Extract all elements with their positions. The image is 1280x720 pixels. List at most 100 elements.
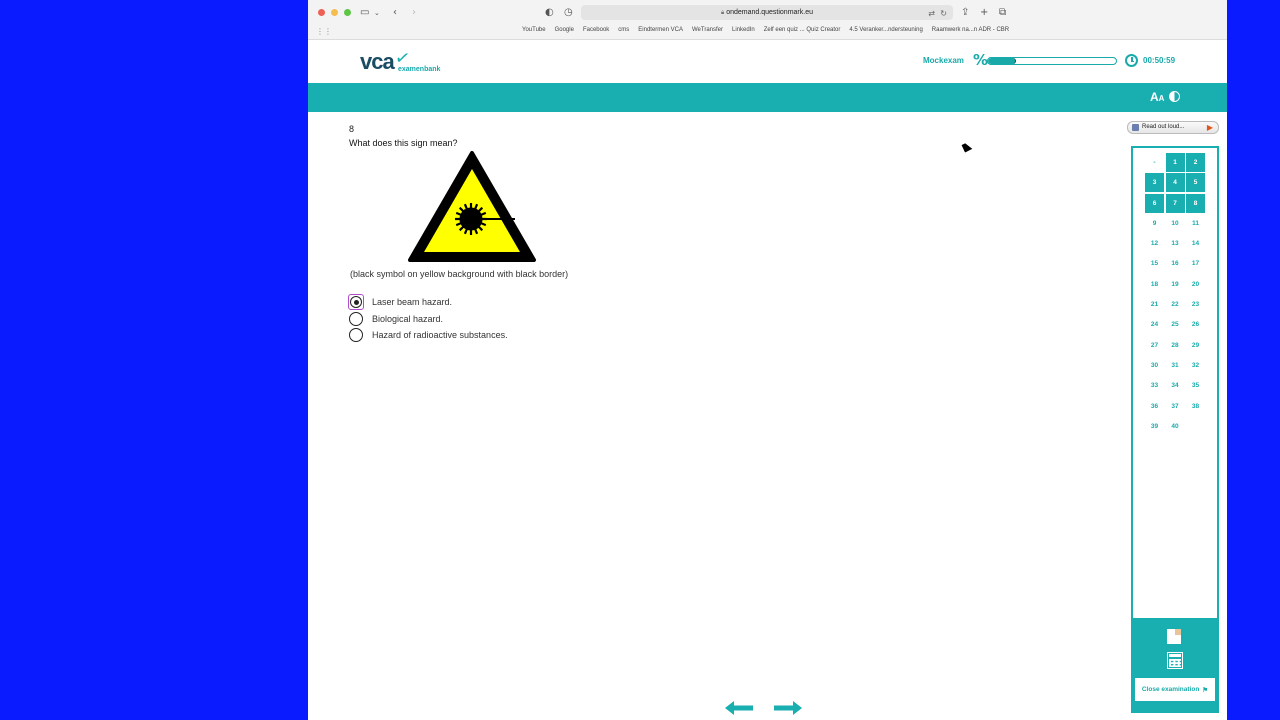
question-cell[interactable]: 25 [1166, 315, 1185, 334]
translate-icon[interactable]: ⇄ [928, 6, 935, 21]
mouse-cursor [961, 141, 973, 153]
bookmark-item[interactable]: Raamwerk na...n ADR - CBR [932, 27, 1009, 33]
question-cell[interactable]: 22 [1166, 295, 1185, 314]
percent-icon: % [973, 51, 989, 69]
question-cell[interactable]: 35 [1186, 376, 1205, 395]
maximize-window-button[interactable] [344, 9, 351, 16]
question-cell[interactable]: 40 [1166, 417, 1185, 436]
back-icon[interactable]: ‹ [393, 6, 397, 20]
question-cell[interactable]: 20 [1186, 275, 1205, 294]
question-cell[interactable]: 2 [1186, 153, 1205, 172]
history-icon[interactable]: ◷ [564, 6, 573, 20]
question-cell[interactable]: 30 [1145, 356, 1164, 375]
tabs-overview-icon[interactable]: ⧉ [999, 6, 1006, 20]
question-cell[interactable]: 27 [1145, 336, 1164, 355]
speaker-icon [1132, 124, 1139, 131]
question-cell[interactable]: 18 [1145, 275, 1164, 294]
question-cell[interactable]: 37 [1166, 397, 1185, 416]
question-cell[interactable]: 3 [1145, 173, 1164, 193]
calculator-icon[interactable] [1167, 652, 1183, 669]
question-cell[interactable]: 26 [1186, 315, 1205, 334]
question-cell[interactable]: 8 [1186, 193, 1205, 213]
url-text: ondemand.questionmark.eu [726, 9, 813, 16]
logo-sub-text: examenbank [398, 66, 441, 73]
radio-button[interactable] [349, 328, 363, 343]
forward-icon[interactable]: › [412, 6, 416, 20]
question-cell[interactable]: 29 [1186, 336, 1205, 355]
close-examination-button[interactable]: Close examination ⚑ [1135, 678, 1215, 701]
answer-label[interactable]: Laser beam hazard. [372, 297, 452, 307]
question-cell[interactable]: 10 [1166, 214, 1185, 233]
question-cell[interactable]: 19 [1166, 275, 1185, 294]
address-bar[interactable]: 🔒︎ ondemand.questionmark.eu ⇄ ↻ [581, 5, 953, 20]
question-cell[interactable]: 34 [1166, 376, 1185, 395]
question-cell[interactable]: 4 [1165, 173, 1185, 193]
answer-option[interactable]: Hazard of radioactive substances. [349, 327, 508, 344]
bookmark-item[interactable]: Zelf een quiz ... Quiz Creator [764, 27, 841, 33]
play-icon: ▶ [1206, 123, 1213, 132]
question-cell[interactable]: 21 [1145, 295, 1164, 314]
bookmark-item[interactable]: YouTube [522, 27, 546, 33]
previous-arrow-icon[interactable] [723, 700, 755, 716]
question-navigator: -1 2 3 4 5 6 7 8 9 10 11 12 13 14 15 16 17 18 19 20 21 22 23 24… [1131, 146, 1219, 620]
question-cell[interactable]: 1 [1165, 153, 1185, 172]
bookmark-item[interactable]: WeTransfer [692, 27, 723, 33]
vca-logo: vca ✓ examenbank [360, 47, 450, 76]
reload-icon[interactable]: ↻ [940, 6, 947, 21]
question-cell[interactable]: 31 [1166, 356, 1185, 375]
browser-chrome: ▭ ⌄ ‹ › ◐ ◷ 🔒︎ ondemand.questionmark.eu ⇄… [308, 0, 1227, 40]
question-cell[interactable]: 17 [1186, 254, 1205, 273]
question-cell[interactable]: 38 [1186, 397, 1205, 416]
share-icon[interactable]: ⇪ [961, 6, 969, 20]
answer-label[interactable]: Biological hazard. [372, 314, 443, 324]
question-cell[interactable]: 33 [1145, 376, 1164, 395]
contrast-icon[interactable] [1169, 91, 1180, 102]
bookmark-item[interactable]: Eindtermen VCA [638, 27, 683, 33]
question-cell[interactable]: 24 [1145, 315, 1164, 334]
bookmark-item[interactable]: 4.5 Veranker...ndersteuning [849, 27, 922, 33]
question-cell[interactable]: 12 [1145, 234, 1164, 253]
bookmarks-bar: YouTube Google Facebook cms Eindtermen V… [522, 27, 1009, 33]
bookmark-item[interactable]: Facebook [583, 27, 609, 33]
question-cell[interactable]: 11 [1186, 214, 1205, 233]
answer-label[interactable]: Hazard of radioactive substances. [372, 330, 508, 340]
question-cell[interactable]: 9 [1145, 214, 1164, 233]
question-cell[interactable]: 28 [1166, 336, 1185, 355]
read-aloud-button[interactable]: Read out loud... ▶ [1127, 121, 1219, 134]
next-arrow-icon[interactable] [772, 700, 804, 716]
question-cell[interactable]: 23 [1186, 295, 1205, 314]
timer: 00:50:59 [1143, 56, 1176, 65]
bookmark-item[interactable]: Google [555, 27, 574, 33]
radio-button-selected[interactable] [348, 294, 364, 311]
lock-icon: 🔒︎ [721, 10, 725, 16]
answer-option[interactable]: Laser beam hazard. [348, 294, 508, 311]
bookmark-item[interactable]: LinkedIn [732, 27, 755, 33]
logo-main-text: vca [360, 49, 395, 74]
answer-option[interactable]: Biological hazard. [349, 311, 508, 328]
question-cell[interactable]: 39 [1145, 417, 1164, 436]
chevron-down-icon[interactable]: ⌄ [374, 6, 380, 20]
font-size-icon[interactable]: AA [1150, 90, 1164, 106]
question-number: 8 [349, 124, 355, 134]
radio-button[interactable] [349, 311, 363, 326]
question-cell[interactable]: 6 [1145, 193, 1164, 213]
question-cell[interactable]: 15 [1145, 254, 1164, 273]
question-cell[interactable]: 7 [1165, 193, 1185, 213]
new-tab-icon[interactable]: + [980, 6, 988, 20]
question-cell[interactable]: 5 [1186, 173, 1205, 193]
question-cell[interactable]: 32 [1186, 356, 1205, 375]
question-cell-intro[interactable]: - [1145, 153, 1164, 172]
close-window-button[interactable] [318, 9, 325, 16]
shield-icon[interactable]: ◐ [545, 6, 554, 20]
apps-grid-icon[interactable]: ⋮⋮ [316, 27, 332, 36]
question-cell[interactable]: 13 [1166, 234, 1185, 253]
question-cell[interactable]: 14 [1186, 234, 1205, 253]
exam-toolbar: AA [308, 83, 1227, 112]
bookmark-item[interactable]: cms [618, 27, 629, 33]
sidebar-icon[interactable]: ▭ [360, 6, 369, 20]
question-cell[interactable]: 36 [1145, 397, 1164, 416]
notepad-icon[interactable] [1167, 629, 1181, 644]
progress-fill [988, 58, 1017, 64]
minimize-window-button[interactable] [331, 9, 338, 16]
question-cell[interactable]: 16 [1166, 254, 1185, 273]
